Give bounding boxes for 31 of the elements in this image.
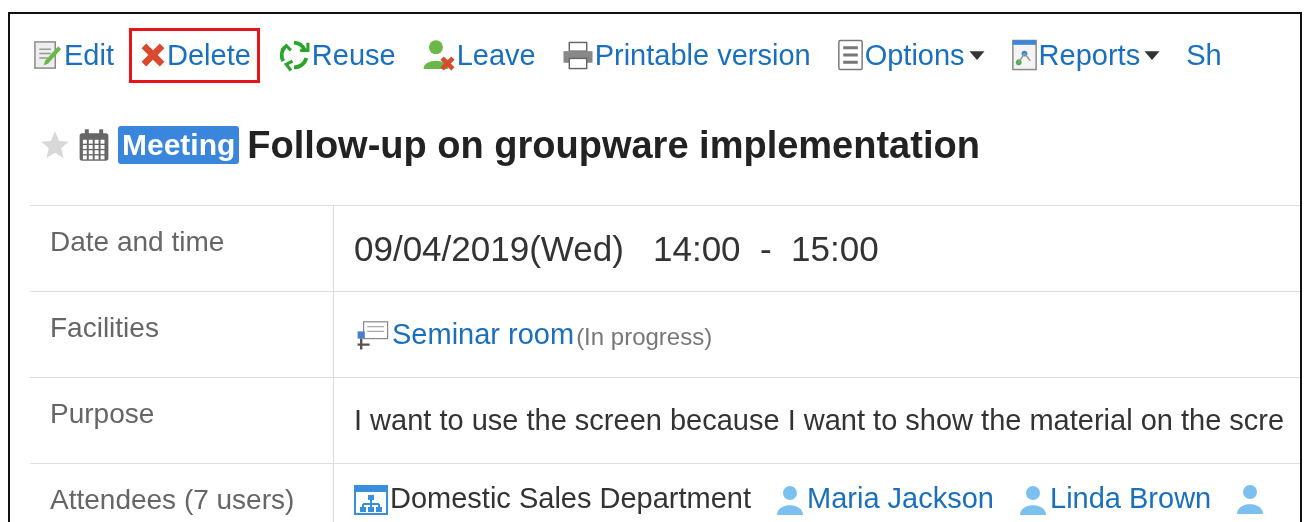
- cross-icon: [140, 42, 166, 68]
- calendar-icon: [78, 128, 110, 162]
- toolbar-link[interactable]: Reuse: [265, 27, 405, 83]
- organization-icon: [354, 482, 388, 515]
- field-label: Facilities: [30, 292, 334, 377]
- purpose-text: I want to use the screen because I want to show the material on the scre: [354, 404, 1285, 437]
- edit-icon: [33, 39, 63, 71]
- event-title: Follow-up on groupware implementation: [247, 123, 980, 167]
- user-remove-icon: [421, 38, 456, 72]
- toolbar-link[interactable]: Sh: [1175, 27, 1231, 83]
- printer-icon: [561, 40, 594, 70]
- event-tag: Meeting: [118, 126, 240, 164]
- toolbar-link[interactable]: Reports: [999, 27, 1170, 83]
- group-name: Domestic Sales Department: [390, 482, 752, 515]
- date-time-value: 09/04/2019(Wed) 14:00 - 15:00: [354, 228, 879, 269]
- facility-link[interactable]: Seminar room: [392, 318, 575, 351]
- field-label: Date and time: [30, 206, 334, 291]
- toolbar-link[interactable]: Edit: [22, 27, 123, 83]
- toolbar-link[interactable]: Printable version: [550, 27, 820, 83]
- user-icon: [1235, 482, 1266, 514]
- user-link[interactable]: Linda Brown: [1050, 482, 1212, 515]
- toolbar-link[interactable]: Leave: [410, 27, 545, 83]
- facility-status: (In progress): [576, 321, 713, 351]
- user-link[interactable]: Maria Jackson: [807, 482, 994, 515]
- star-icon[interactable]: [40, 130, 70, 160]
- list-icon: [836, 39, 864, 71]
- field-label: Purpose: [30, 378, 334, 463]
- highlighted-toolbar-link[interactable]: Delete: [129, 27, 260, 83]
- report-icon: [1010, 39, 1038, 71]
- toolbar-link[interactable]: Options: [825, 27, 994, 83]
- field-label: Attendees (7 users): [30, 464, 334, 522]
